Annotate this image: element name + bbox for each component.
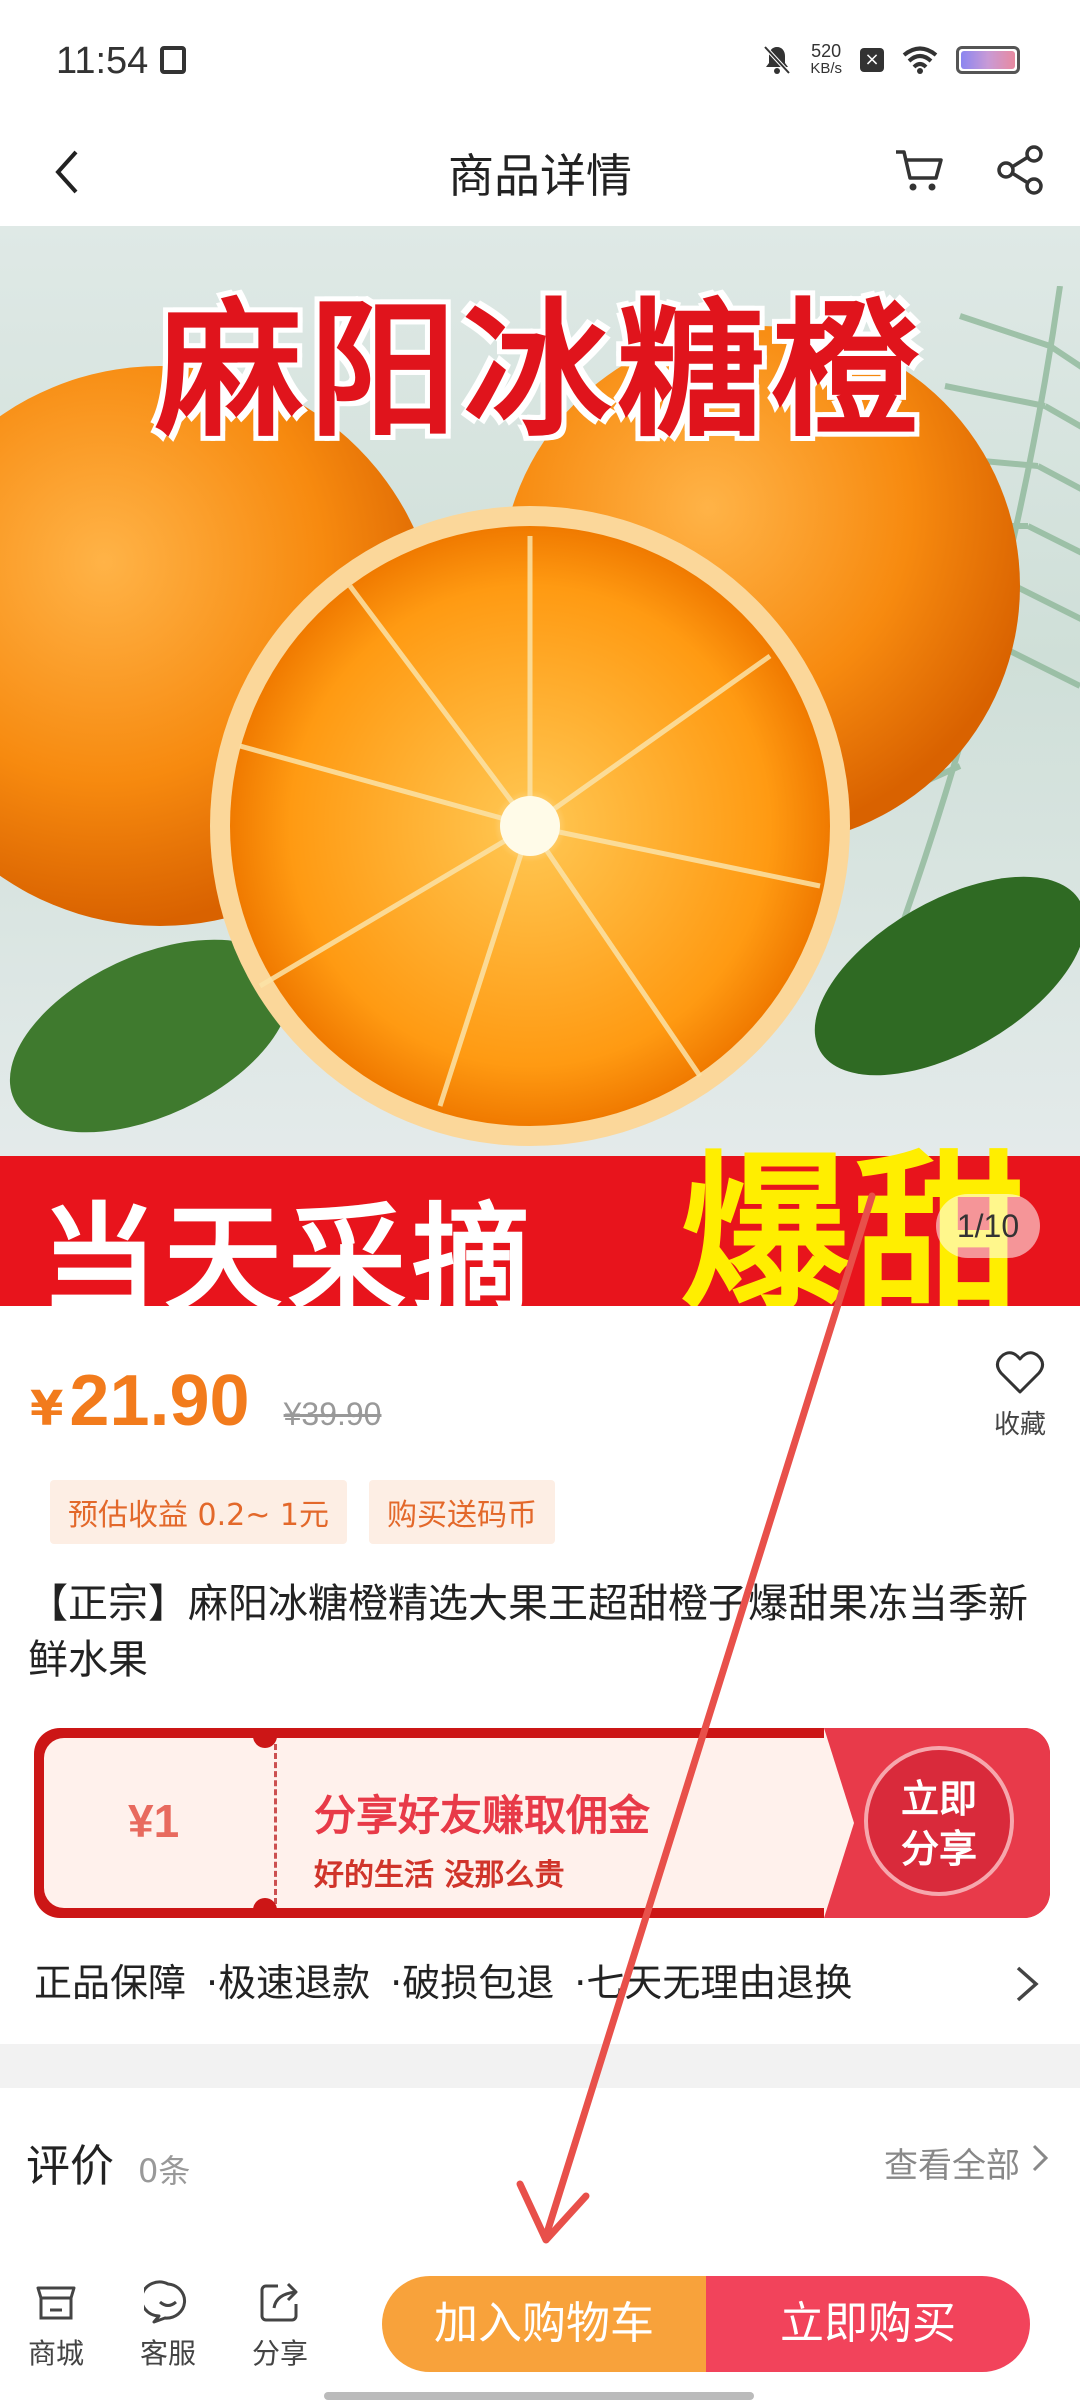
wifi-icon <box>902 46 938 74</box>
chat-bubble-icon <box>144 2280 187 2324</box>
guarantee-item: 七天无理由退换 <box>586 1961 853 2005</box>
share-now-button[interactable]: 立即 分享 <box>864 1746 1014 1896</box>
view-all-reviews-link[interactable]: 查看全部 <box>884 2138 1020 2187</box>
notification-x-icon: × <box>860 48 884 72</box>
top-nav: 商品详情 <box>0 120 1080 226</box>
share-label: 分享 <box>251 2337 308 2370</box>
original-price: ¥39.90 <box>283 1396 382 1432</box>
cart-icon[interactable] <box>890 140 950 200</box>
reviews-title: 评价 <box>26 2141 114 2192</box>
share-now-line1: 立即 <box>900 1777 977 1821</box>
share-card-arrow <box>824 1728 854 1918</box>
home-indicator <box>324 2392 754 2400</box>
price-currency: ¥ <box>30 1381 64 1437</box>
network-speed: 520 KB/s <box>810 42 842 78</box>
favorite-label: 收藏 <box>993 1410 1046 1440</box>
status-icons: 520 KB/s × <box>762 42 1020 78</box>
share-headline: 分享好友赚取佣金 <box>314 1791 651 1840</box>
service-label: 客服 <box>139 2337 196 2370</box>
promo-tags: 预估收益 0.2~ 1元 购买送码币 <box>50 1480 556 1544</box>
tag-bonus-coins: 购买送码币 <box>369 1480 556 1544</box>
banner-left-text: 当天采摘 <box>40 1191 537 1306</box>
store-icon <box>36 2286 76 2320</box>
share-icon[interactable] <box>990 140 1050 200</box>
share-subline: 好的生活 没那么贵 <box>314 1858 565 1893</box>
service-guarantees[interactable]: 正品保障 ·极速退款 ·破损包退 ·七天无理由退换 <box>34 1952 852 2007</box>
status-time: 11:54 <box>56 40 149 82</box>
share-earn-card[interactable]: ¥1 分享好友赚取佣金 好的生活 没那么贵 立即 分享 <box>34 1728 1050 1918</box>
coupon-amount: ¥1 <box>128 1795 180 1847</box>
heart-icon <box>996 1351 1044 1394</box>
coupon-notch-bottom <box>253 1898 277 1918</box>
product-image-carousel[interactable]: 麻阳冰糖橙 当天采摘 爆甜 1/10 <box>0 226 1080 1306</box>
guarantee-item: 正品保障 <box>34 1961 187 2005</box>
guarantee-item: 极速退款 <box>218 1961 371 2005</box>
share-arrow-icon <box>260 2282 298 2322</box>
shop-label: 商城 <box>27 2337 84 2370</box>
buy-now-button[interactable]: 立即购买 <box>706 2276 1030 2372</box>
bottom-action-bar: 商城 客服 分享 加入购物车 立即购买 <box>0 2256 1080 2408</box>
add-to-cart-button[interactable]: 加入购物车 <box>382 2276 706 2372</box>
section-divider <box>0 2044 1080 2088</box>
separator-dot: · <box>206 1961 219 2005</box>
share-now-line2: 分享 <box>900 1827 977 1871</box>
current-price: 21.90 <box>69 1361 250 1441</box>
status-bar: 11:54 520 KB/s × <box>0 0 1080 120</box>
tag-estimated-earnings: 预估收益 0.2~ 1元 <box>50 1480 348 1544</box>
chevron-right-icon[interactable] <box>1030 2142 1050 2174</box>
coupon-divider <box>274 1744 277 1904</box>
price-row: ¥ 21.90 ¥39.90 <box>30 1360 381 1442</box>
battery-icon <box>956 46 1020 74</box>
mute-bell-icon <box>763 45 791 75</box>
image-counter: 1/10 <box>936 1194 1040 1258</box>
favorite-button[interactable]: 收藏 <box>985 1350 1055 1441</box>
image-title-text: 麻阳冰糖橙 <box>155 285 925 457</box>
separator-dot: · <box>574 1961 587 2005</box>
guarantee-item: 破损包退 <box>402 1961 555 2005</box>
product-title: 【正宗】麻阳冰糖橙精选大果王超甜橙子爆甜果冻当季新鲜水果 <box>28 1581 1028 1683</box>
separator-dot: · <box>390 1961 403 2005</box>
reviews-count: 0条 <box>138 2152 191 2190</box>
share-card-body: ¥1 分享好友赚取佣金 好的生活 没那么贵 <box>44 1738 844 1908</box>
share-tab[interactable]: 分享 <box>240 2278 320 2372</box>
service-tab[interactable]: 客服 <box>128 2278 208 2372</box>
chevron-right-icon[interactable] <box>1010 1962 1044 2006</box>
sim-card-icon <box>160 46 186 74</box>
image-banner: 当天采摘 爆甜 <box>0 1136 1080 1306</box>
netspeed-unit: KB/s <box>810 60 842 77</box>
shop-tab[interactable]: 商城 <box>16 2278 96 2372</box>
netspeed-value: 520 <box>811 41 842 61</box>
